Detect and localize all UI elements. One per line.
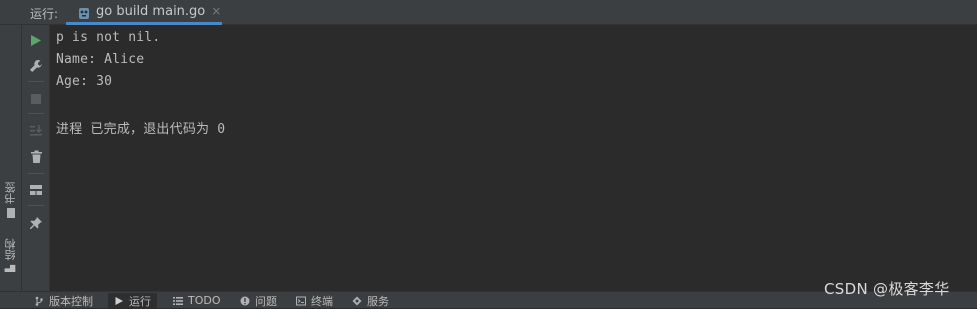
tool-tab-todo[interactable]: TODO	[167, 293, 227, 308]
tool-tab-label: 运行	[129, 294, 151, 308]
layout-icon	[30, 185, 42, 195]
scroll-to-end-button[interactable]	[28, 122, 44, 138]
toolbar-divider	[28, 81, 44, 82]
clear-all-button[interactable]	[28, 149, 44, 165]
bookmark-icon	[7, 208, 15, 218]
watermark-text: CSDN @极客李华	[824, 280, 950, 298]
tool-tab-label: 问题	[255, 294, 277, 308]
tool-tab-label: 版本控制	[49, 294, 93, 308]
wrench-icon	[30, 60, 42, 72]
list-icon	[173, 296, 183, 305]
branch-icon	[35, 296, 43, 306]
run-toolbar	[22, 25, 50, 291]
console-line-exit-status: 进程 已完成，退出代码为 0	[56, 122, 226, 137]
console-line: p is not nil.	[56, 30, 161, 45]
console-line: Name: Alice	[56, 52, 145, 67]
tool-tab-label: 服务	[367, 294, 389, 308]
close-icon[interactable]: ×	[211, 4, 221, 18]
stop-button[interactable]	[28, 91, 44, 107]
tool-tab-label: TODO	[188, 294, 221, 307]
edit-configuration-button[interactable]	[28, 58, 44, 74]
structure-tool-tab[interactable]: ▙ 结构	[3, 239, 19, 272]
toolbar-divider	[28, 173, 44, 174]
console-line: Age: 30	[56, 74, 113, 89]
tool-tab-services[interactable]: 服务	[346, 293, 395, 308]
console-output[interactable]: p is not nil. Name: Alice Age: 30 进程 已完成…	[50, 25, 977, 291]
tab-go-build-main[interactable]: go build main.go ×	[66, 0, 222, 25]
trash-icon	[30, 150, 42, 163]
left-tool-rail: 书签 ▙ 结构	[0, 25, 22, 291]
layout-button[interactable]	[28, 182, 44, 198]
play-icon	[115, 296, 123, 305]
tool-tab-problems[interactable]: 问题	[234, 293, 283, 308]
run-panel-header: 运行: go build main.go ×	[0, 0, 977, 25]
pin-icon	[30, 217, 42, 229]
tool-tab-run[interactable]: 运行	[108, 293, 157, 308]
run-panel-label: 运行:	[30, 7, 59, 21]
bookmarks-tool-tab[interactable]: 书签	[3, 182, 19, 218]
structure-icon: ▙	[6, 265, 16, 272]
tool-tab-version-control[interactable]: 版本控制	[28, 293, 99, 308]
stop-icon	[31, 94, 41, 104]
scroll-to-end-icon	[30, 125, 42, 136]
play-icon	[31, 34, 41, 46]
tool-tab-label: 终端	[311, 294, 333, 308]
toolbar-divider	[28, 113, 44, 114]
structure-label: 结构	[4, 239, 17, 261]
tab-title: go build main.go	[96, 3, 206, 19]
pin-tab-button[interactable]	[28, 215, 44, 231]
rerun-button[interactable]	[28, 32, 44, 48]
info-icon	[240, 296, 250, 305]
services-icon	[352, 296, 362, 305]
tool-tab-terminal[interactable]: 终端	[290, 293, 339, 308]
bookmarks-label: 书签	[4, 182, 17, 204]
go-file-icon	[78, 5, 90, 19]
terminal-icon	[296, 296, 306, 305]
toolbar-divider	[28, 205, 44, 206]
